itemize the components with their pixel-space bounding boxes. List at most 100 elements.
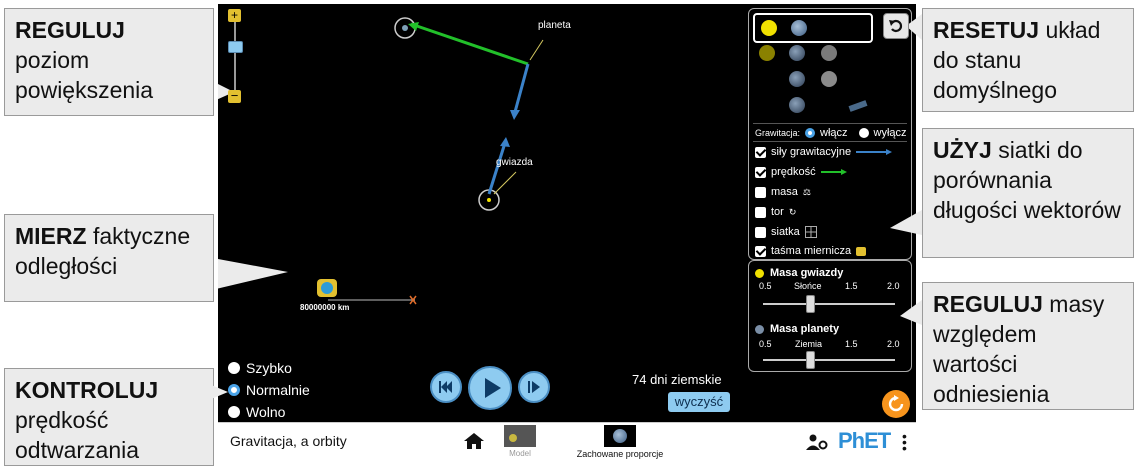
checkbox-path[interactable]: tor ↻ bbox=[755, 206, 796, 218]
star-label-line bbox=[493, 171, 517, 195]
tick: 1.5 bbox=[845, 281, 858, 291]
preset-planet-2[interactable] bbox=[789, 45, 805, 61]
undo-icon bbox=[889, 19, 903, 33]
phet-logo[interactable]: PhET bbox=[838, 428, 891, 454]
skip-back-icon bbox=[439, 381, 452, 393]
zoom-out-button[interactable]: − bbox=[228, 89, 241, 103]
panel-divider-2 bbox=[753, 141, 907, 142]
panel-divider bbox=[753, 123, 907, 124]
checkbox-box[interactable] bbox=[755, 166, 766, 178]
checkbox-label: siatka bbox=[771, 226, 800, 238]
pointer-measure bbox=[218, 259, 288, 289]
checkbox-velocity[interactable]: prędkość bbox=[755, 166, 847, 178]
gravity-off-radio[interactable] bbox=[858, 128, 869, 138]
callout-grid-bold: UŻYJ bbox=[933, 137, 992, 163]
checkbox-box[interactable] bbox=[755, 226, 766, 238]
home-icon[interactable] bbox=[463, 432, 485, 450]
navigation-bar: Gravitacja, a orbity Model Zachowane pro… bbox=[218, 422, 916, 467]
earth-icon bbox=[791, 20, 807, 36]
pointer-speed bbox=[204, 382, 228, 402]
planet-body bbox=[402, 25, 408, 31]
checkbox-gravity-forces[interactable]: siły grawitacyjne bbox=[755, 146, 893, 158]
checkbox-label: masa bbox=[771, 186, 798, 198]
planet-mass-icon bbox=[755, 324, 764, 334]
gravity-label: Grawitacja: bbox=[755, 128, 801, 138]
tick: 0.5 bbox=[759, 281, 772, 291]
grid-icon bbox=[804, 226, 817, 238]
checkbox-box[interactable] bbox=[755, 186, 766, 198]
speed-option-fast[interactable]: Szybko bbox=[228, 360, 292, 376]
callout-zoom-bold: REGULUJ bbox=[15, 17, 125, 43]
velocity-arrow-icon bbox=[820, 169, 847, 175]
simulation-canvas[interactable]: + − planeta gwiazda 80000000 km Szybko N… bbox=[204, 4, 916, 422]
mass-panel: Masa gwiazdy 0.5 Słońce 1.5 2.0 Masa pla… bbox=[748, 260, 912, 372]
gravity-on-radio[interactable] bbox=[805, 128, 816, 138]
checkbox-box[interactable] bbox=[755, 206, 766, 218]
preset-selected[interactable] bbox=[753, 13, 873, 43]
planet-mass-title: Masa planety bbox=[770, 323, 840, 335]
planet-mass-thumb[interactable] bbox=[806, 351, 815, 369]
planet-mass-track[interactable] bbox=[763, 359, 895, 361]
phet-menu-icon[interactable]: • • • bbox=[902, 429, 907, 455]
preset-moon-1[interactable] bbox=[821, 45, 837, 61]
speed-option-slow[interactable]: Wolno bbox=[228, 404, 285, 420]
screen-proportions-button[interactable]: Zachowane proporcje bbox=[574, 425, 666, 465]
zoom-in-button[interactable]: + bbox=[228, 9, 241, 22]
speed-option-normal[interactable]: Normalnie bbox=[228, 382, 310, 398]
checkbox-tape[interactable]: taśma miernicza bbox=[755, 245, 867, 257]
checkbox-box[interactable] bbox=[755, 146, 766, 158]
play-icon bbox=[485, 378, 501, 398]
planet-force-arrowhead bbox=[510, 110, 520, 120]
preset-planet-4[interactable] bbox=[789, 97, 805, 113]
path-icon: ↻ bbox=[788, 206, 797, 217]
planet-label-line bbox=[529, 39, 544, 61]
callout-measure: MIERZ faktyczne odległości bbox=[4, 214, 214, 302]
planet-label: planeta bbox=[538, 20, 571, 31]
scale-icon: ⚖ bbox=[802, 186, 811, 197]
velocity-arrowhead bbox=[408, 22, 419, 31]
checkbox-mass[interactable]: masa ⚖ bbox=[755, 186, 811, 198]
preset-planet-3[interactable] bbox=[789, 71, 805, 87]
screen-proportions-label: Zachowane proporcje bbox=[576, 449, 664, 459]
checkbox-grid[interactable]: siatka bbox=[755, 226, 817, 238]
star-mass-thumb[interactable] bbox=[806, 295, 815, 313]
callout-mass: REGULUJ masy względem wartości odniesien… bbox=[922, 282, 1134, 410]
zoom-slider-thumb[interactable] bbox=[228, 41, 243, 53]
planet-force-arrow bbox=[513, 63, 530, 113]
gravity-row: Grawitacja: włącz wyłącz bbox=[755, 127, 907, 139]
checkbox-label: siły grawitacyjne bbox=[771, 146, 852, 158]
star-mass-row: Masa gwiazdy bbox=[755, 267, 843, 279]
star-mass-icon bbox=[755, 268, 764, 278]
preset-moon-2[interactable] bbox=[821, 71, 837, 87]
preset-sun-earth-alt[interactable] bbox=[759, 45, 775, 61]
satellite-icon[interactable] bbox=[848, 100, 868, 112]
clear-button[interactable]: wyczyść bbox=[668, 392, 730, 412]
callout-mass-bold: REGULUJ bbox=[933, 291, 1043, 317]
control-panel: Grawitacja: włącz wyłącz siły grawitacyj… bbox=[748, 8, 912, 260]
speed-label-slow: Wolno bbox=[246, 404, 286, 420]
gravity-on-label: włącz bbox=[820, 127, 848, 139]
planet-mass-row: Masa planety bbox=[755, 323, 839, 335]
reset-system-button[interactable] bbox=[883, 13, 909, 39]
velocity-arrow bbox=[410, 22, 529, 66]
star-mass-track[interactable] bbox=[763, 303, 895, 305]
screen-model-button[interactable]: Model bbox=[502, 425, 538, 465]
screen-model-label: Model bbox=[509, 449, 531, 458]
callout-speed-text: prędkość odtwarzania bbox=[15, 407, 140, 463]
elapsed-days: 74 dni ziemskie bbox=[632, 372, 722, 387]
model-thumbnail bbox=[504, 425, 536, 447]
speed-label-normal: Normalnie bbox=[246, 382, 310, 398]
callout-reset-bold: RESETUJ bbox=[933, 17, 1040, 43]
play-button[interactable] bbox=[468, 366, 512, 410]
measuring-tape-icon[interactable] bbox=[317, 279, 337, 297]
restart-button[interactable] bbox=[430, 371, 462, 403]
tick: Słońce bbox=[794, 281, 822, 291]
callout-zoom-text: poziom powiększenia bbox=[15, 47, 154, 103]
tick: Ziemia bbox=[795, 339, 823, 349]
step-forward-button[interactable] bbox=[518, 371, 550, 403]
accessibility-settings-icon[interactable] bbox=[806, 434, 828, 450]
checkbox-box[interactable] bbox=[755, 245, 766, 257]
step-forward-icon bbox=[528, 381, 540, 393]
checkbox-label: prędkość bbox=[771, 166, 816, 178]
tick: 1.5 bbox=[845, 339, 858, 349]
